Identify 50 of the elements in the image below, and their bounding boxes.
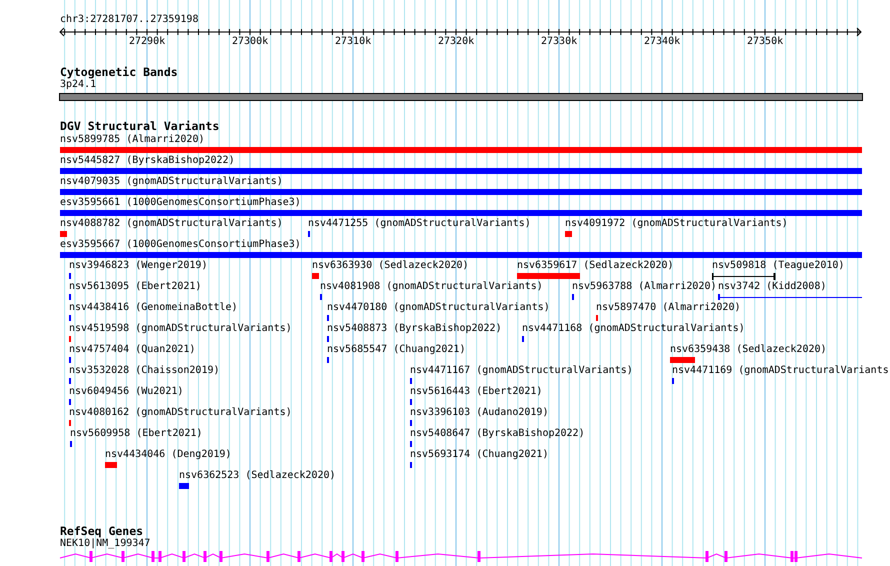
variant-label: nsv5899785 (Almarri2020) — [60, 134, 204, 146]
variant-label: nsv6363930 (Sedlazeck2020) — [312, 260, 469, 272]
variant-label: nsv4080162 (gnomADStructuralVariants) — [69, 407, 292, 419]
variant-label: nsv4471169 (gnomADStructuralVariants — [672, 365, 889, 377]
variant-label: nsv3946823 (Wenger2019) — [69, 260, 208, 272]
variant-label: nsv6359438 (Sedlazeck2020) — [670, 344, 827, 356]
variant-label: esv3595667 (1000GenomesConsortiumPhase3) — [60, 239, 301, 251]
variant-label: nsv6359617 (Sedlazeck2020) — [517, 260, 674, 272]
tick-label: 27340k — [644, 36, 680, 48]
variant-label: nsv5963788 (Almarri2020) — [572, 281, 716, 293]
variant-label: nsv5408873 (ByrskaBishop2022) — [327, 323, 502, 335]
variant-label: nsv3396103 (Audano2019) — [410, 407, 548, 419]
variant-label: nsv5685547 (Chuang2021) — [327, 344, 466, 356]
variant-label: nsv4471167 (gnomADStructuralVariants) — [410, 365, 633, 377]
band-label: 3p24.1 — [60, 79, 96, 91]
variant-label: esv3595661 (1000GenomesConsortiumPhase3) — [60, 197, 301, 209]
variant-label: nsv4079035 (gnomADStructuralVariants) — [60, 176, 283, 188]
track-title: Cytogenetic Bands — [60, 66, 178, 79]
track-title: DGV Structural Variants — [60, 120, 220, 133]
track-title: RefSeq Genes — [60, 525, 144, 538]
variant-label: nsv4471255 (gnomADStructuralVariants) — [308, 218, 531, 230]
tick-label: 27320k — [438, 36, 474, 48]
variant-label: nsv3532028 (Chaisson2019) — [69, 365, 220, 377]
variant-label: nsv4081908 (gnomADStructuralVariants) — [320, 281, 543, 293]
variant-label: nsv5445827 (ByrskaBishop2022) — [60, 155, 235, 167]
variant-label: nsv5897470 (Almarri2020) — [596, 302, 740, 314]
variant-label: nsv4091972 (gnomADStructuralVariants) — [565, 218, 788, 230]
variant-label: nsv6362523 (Sedlazeck2020) — [179, 470, 336, 482]
variant-label: nsv5609958 (Ebert2021) — [70, 428, 202, 440]
variant-label: nsv5693174 (Chuang2021) — [410, 449, 548, 461]
variant-label: nsv4757404 (Quan2021) — [69, 344, 196, 356]
tick-label: 27330k — [541, 36, 578, 48]
variant-label: nsv509818 (Teague2010) — [712, 260, 844, 272]
gene-label: NEK10|NM_199347 — [60, 538, 150, 550]
location-label: chr3:27281707..27359198 — [60, 14, 198, 26]
variant-label: nsv4471168 (gnomADStructuralVariants) — [522, 323, 745, 335]
variant-label: nsv6049456 (Wu2021) — [69, 386, 184, 398]
tick-label: 27350k — [747, 36, 784, 48]
variant-label: nsv4519598 (gnomADStructuralVariants) — [69, 323, 292, 335]
variant-label: nsv4434046 (Deng2019) — [105, 449, 232, 461]
tick-label: 27310k — [335, 36, 372, 48]
variant-label: nsv4438416 (GenomeinaBottle) — [69, 302, 238, 314]
variant-label: nsv3742 (Kidd2008) — [718, 281, 826, 293]
tick-label: 27300k — [232, 36, 268, 48]
variant-label: nsv5613095 (Ebert2021) — [69, 281, 202, 293]
tick-label: 27290k — [129, 36, 166, 48]
variant-label: nsv5616443 (Ebert2021) — [410, 386, 542, 398]
variant-label: nsv4088782 (gnomADStructuralVariants) — [60, 218, 283, 230]
variant-label: nsv4470180 (gnomADStructuralVariants) — [327, 302, 550, 314]
variant-label: nsv5408647 (ByrskaBishop2022) — [410, 428, 585, 440]
